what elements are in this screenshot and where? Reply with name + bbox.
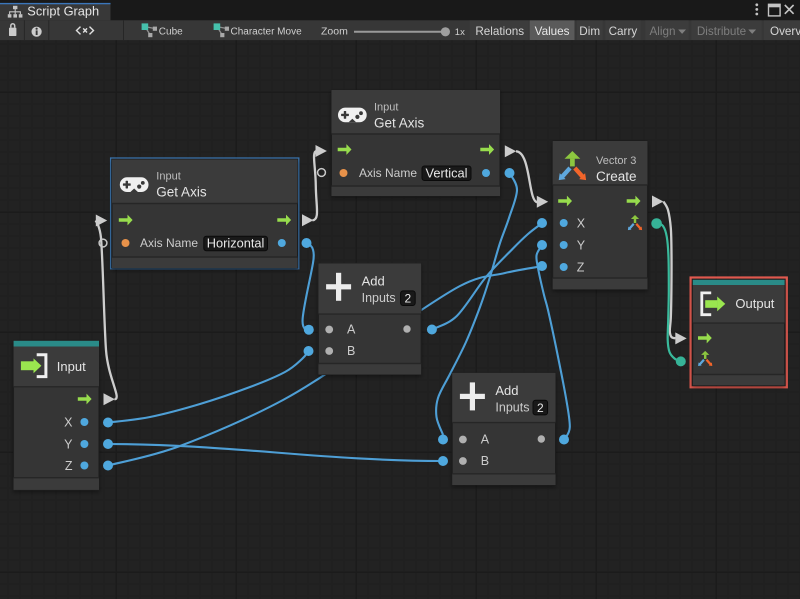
svg-text:Output: Output (735, 296, 774, 311)
svg-text:Relations: Relations (475, 25, 524, 38)
svg-text:2: 2 (405, 291, 412, 305)
svg-text:Y: Y (64, 437, 73, 451)
svg-text:X: X (577, 216, 586, 230)
svg-text:Axis Name: Axis Name (359, 166, 417, 180)
svg-text:Input: Input (156, 171, 180, 183)
svg-text:Get Axis: Get Axis (156, 184, 207, 199)
svg-text:Dim: Dim (579, 25, 600, 38)
svg-text:Y: Y (577, 238, 586, 252)
svg-text:Add: Add (362, 274, 385, 289)
svg-text:Create: Create (596, 169, 637, 184)
svg-text:Get Axis: Get Axis (374, 116, 425, 131)
svg-text:Cube: Cube (159, 26, 183, 37)
svg-text:Carry: Carry (609, 25, 638, 38)
svg-text:Input: Input (57, 359, 86, 374)
svg-text:Align: Align (650, 25, 676, 38)
svg-text:B: B (481, 454, 489, 468)
svg-text:Values: Values (535, 25, 570, 38)
svg-text:Z: Z (577, 260, 585, 274)
svg-text:Overvi: Overvi (770, 25, 800, 38)
svg-text:Input: Input (374, 102, 398, 114)
svg-text:Zoom: Zoom (321, 25, 348, 37)
svg-text:Add: Add (495, 383, 518, 398)
svg-text:B: B (347, 344, 355, 358)
svg-text:Distribute: Distribute (697, 25, 746, 38)
svg-text:2: 2 (537, 401, 544, 415)
svg-text:X: X (64, 415, 73, 429)
svg-text:Vertical: Vertical (426, 166, 468, 181)
svg-text:A: A (481, 433, 490, 447)
svg-text:Script Graph: Script Graph (27, 3, 99, 18)
svg-text:A: A (347, 323, 356, 337)
svg-text:Axis Name: Axis Name (140, 236, 198, 250)
svg-text:Horizontal: Horizontal (207, 236, 265, 251)
svg-text:Inputs: Inputs (362, 291, 396, 305)
svg-text:Vector 3: Vector 3 (596, 155, 636, 167)
svg-text:Character Move: Character Move (231, 26, 303, 37)
svg-text:Z: Z (65, 459, 73, 473)
svg-text:1x: 1x (455, 27, 465, 38)
svg-text:Inputs: Inputs (495, 400, 529, 414)
